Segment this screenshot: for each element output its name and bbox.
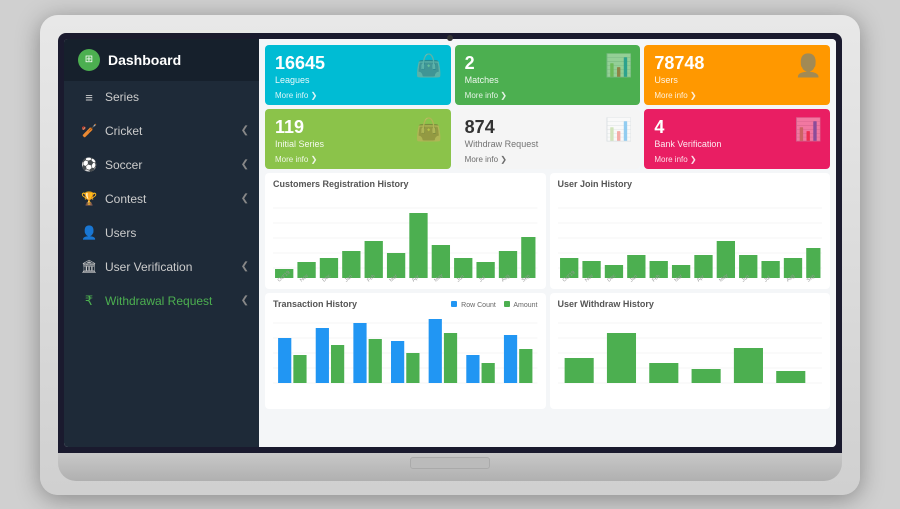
sidebar-label-verification: User Verification bbox=[105, 260, 192, 274]
sidebar-label-withdrawal: Withdrawal Request bbox=[105, 294, 212, 308]
chart-user-join-title: User Join History bbox=[558, 179, 823, 189]
leagues-icon: 👜 bbox=[415, 53, 442, 79]
legend-rowcount: Row Count bbox=[451, 301, 496, 309]
chart-transaction: Transaction History Row Count Amount bbox=[265, 293, 546, 409]
stat-card-leagues: 16645 Leagues 👜 More info ❯ bbox=[265, 45, 451, 105]
legend-amount: Amount bbox=[504, 301, 538, 309]
chart-user-join-area: Oct'19 Nov Dec Jan Feb Mar Apr May Jun J… bbox=[558, 193, 823, 283]
screen: ⊞ Dashboard ≡ Series 🏏 Cricket ❮ ⚽ Socce… bbox=[64, 39, 836, 447]
chart-user-withdraw-title: User Withdraw History bbox=[558, 299, 823, 309]
touchpad bbox=[410, 457, 490, 469]
chart-legend: Row Count Amount bbox=[451, 301, 537, 309]
chevron-icon: ❮ bbox=[241, 295, 249, 306]
users-more[interactable]: More info ❯ bbox=[654, 91, 696, 100]
chevron-icon: ❮ bbox=[241, 193, 249, 204]
sidebar-item-cricket[interactable]: 🏏 Cricket ❮ bbox=[64, 114, 259, 148]
sidebar: ⊞ Dashboard ≡ Series 🏏 Cricket ❮ ⚽ Socce… bbox=[64, 39, 259, 447]
series-more[interactable]: More info ❯ bbox=[275, 155, 317, 164]
withdrawal-icon: ₹ bbox=[81, 293, 97, 309]
sidebar-item-users[interactable]: 👤 Users bbox=[64, 216, 259, 250]
chevron-icon: ❮ bbox=[241, 261, 249, 272]
leagues-more[interactable]: More info ❯ bbox=[275, 91, 317, 100]
laptop-base bbox=[58, 453, 842, 481]
transaction-chart-svg bbox=[273, 313, 538, 393]
chevron-icon: ❮ bbox=[241, 125, 249, 136]
chevron-icon: ❮ bbox=[241, 159, 249, 170]
stats-row-2: 119 Initial Series 👜 More info ❯ 874 Wit… bbox=[259, 109, 836, 173]
chart-registration-area: Oct'19 Nov Dec Jan Feb Mar Apr May Jun J… bbox=[273, 193, 538, 283]
soccer-icon: ⚽ bbox=[81, 157, 97, 173]
sidebar-item-withdrawal[interactable]: ₹ Withdrawal Request ❮ bbox=[64, 284, 259, 318]
main-content: 16645 Leagues 👜 More info ❯ 2 Matches 📊 … bbox=[259, 39, 836, 447]
camera bbox=[447, 35, 453, 41]
sidebar-label-cricket: Cricket bbox=[105, 124, 142, 138]
sidebar-label-users: Users bbox=[105, 226, 136, 240]
sidebar-label-contest: Contest bbox=[105, 192, 146, 206]
stat-card-series: 119 Initial Series 👜 More info ❯ bbox=[265, 109, 451, 169]
sidebar-item-user-verification[interactable]: 🏛 User Verification ❮ bbox=[64, 250, 259, 284]
series-card-icon: 👜 bbox=[415, 117, 442, 143]
users-card-icon: 👤 bbox=[795, 53, 822, 79]
sidebar-header: ⊞ Dashboard bbox=[64, 39, 259, 81]
bank-card-icon: 📊 bbox=[795, 117, 822, 143]
cricket-icon: 🏏 bbox=[81, 123, 97, 139]
chart-transaction-area bbox=[273, 313, 538, 403]
sidebar-title: Dashboard bbox=[108, 52, 181, 68]
user-withdraw-chart-svg bbox=[558, 313, 823, 393]
stat-card-withdraw: 874 Withdraw Request 📊 More info ❯ bbox=[455, 109, 641, 169]
dashboard-icon: ⊞ bbox=[78, 49, 100, 71]
laptop-shell: ⊞ Dashboard ≡ Series 🏏 Cricket ❮ ⚽ Socce… bbox=[40, 15, 860, 495]
stats-row-1: 16645 Leagues 👜 More info ❯ 2 Matches 📊 … bbox=[259, 39, 836, 109]
verification-icon: 🏛 bbox=[81, 259, 97, 275]
registration-chart-svg: Oct'19 Nov Dec Jan Feb Mar Apr May Jun J… bbox=[273, 193, 538, 283]
withdraw-more[interactable]: More info ❯ bbox=[465, 155, 507, 164]
matches-more[interactable]: More info ❯ bbox=[465, 91, 507, 100]
matches-icon: 📊 bbox=[605, 53, 632, 79]
sidebar-label-series: Series bbox=[105, 90, 139, 104]
stat-card-users: 78748 Users 👤 More info ❯ bbox=[644, 45, 830, 105]
stat-card-matches: 2 Matches 📊 More info ❯ bbox=[455, 45, 641, 105]
stat-card-bank: 4 Bank Verification 📊 More info ❯ bbox=[644, 109, 830, 169]
sidebar-item-contest[interactable]: 🏆 Contest ❮ bbox=[64, 182, 259, 216]
chart-registration-title: Customers Registration History bbox=[273, 179, 538, 189]
series-icon: ≡ bbox=[81, 90, 97, 105]
charts-row-1: Customers Registration History bbox=[259, 173, 836, 293]
amount-dot bbox=[504, 301, 510, 307]
chart-transaction-title: Transaction History bbox=[273, 299, 357, 309]
chart-user-withdraw-area bbox=[558, 313, 823, 403]
users-icon: 👤 bbox=[81, 225, 97, 241]
charts-row-2: Transaction History Row Count Amount bbox=[259, 293, 836, 413]
contest-icon: 🏆 bbox=[81, 191, 97, 207]
withdraw-card-icon: 📊 bbox=[605, 117, 632, 143]
screen-bezel: ⊞ Dashboard ≡ Series 🏏 Cricket ❮ ⚽ Socce… bbox=[58, 33, 842, 453]
sidebar-item-series[interactable]: ≡ Series bbox=[64, 81, 259, 114]
bank-more[interactable]: More info ❯ bbox=[654, 155, 696, 164]
chart-user-withdraw: User Withdraw History bbox=[550, 293, 831, 409]
chart-registration: Customers Registration History bbox=[265, 173, 546, 289]
sidebar-item-soccer[interactable]: ⚽ Soccer ❮ bbox=[64, 148, 259, 182]
rowcount-dot bbox=[451, 301, 457, 307]
chart-user-join: User Join History bbox=[550, 173, 831, 289]
user-join-chart-svg: Oct'19 Nov Dec Jan Feb Mar Apr May Jun J… bbox=[558, 193, 823, 283]
sidebar-label-soccer: Soccer bbox=[105, 158, 142, 172]
